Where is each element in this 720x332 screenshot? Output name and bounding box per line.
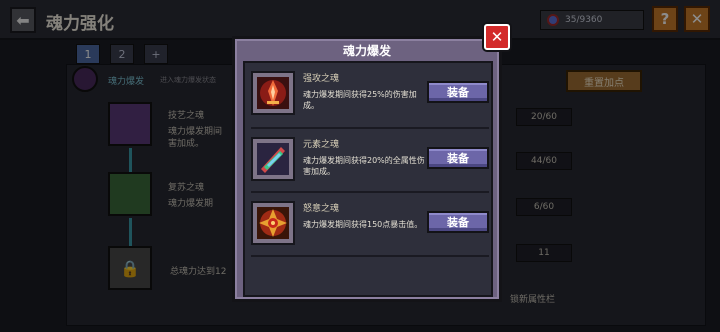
equip-label: 装备 bbox=[447, 86, 469, 99]
element-soul-icon bbox=[251, 137, 295, 181]
rage-soul-icon bbox=[251, 201, 295, 245]
list-item: 强攻之魂 魂力爆发期间获得25%的伤害加成。 装备 bbox=[251, 65, 489, 125]
dialog-title: 魂力爆发 bbox=[342, 43, 391, 58]
soul-name: 怒意之魂 bbox=[303, 204, 340, 214]
soul-burst-dialog: 魂力爆发 强攻之魂 魂力爆发期间获得25%的伤害加成。 装备 元素之魂 魂力爆发… bbox=[232, 36, 502, 302]
dialog-close-button[interactable]: ✕ bbox=[484, 24, 510, 50]
divider bbox=[251, 127, 489, 129]
soul-description: 魂力爆发期间获得20%的全属性伤害加成。 bbox=[303, 156, 425, 176]
strike-soul-icon bbox=[251, 71, 295, 115]
soul-list: 强攻之魂 魂力爆发期间获得25%的伤害加成。 装备 元素之魂 魂力爆发期间获得2… bbox=[243, 61, 493, 297]
soul-name: 强攻之魂 bbox=[303, 74, 340, 84]
equip-button[interactable]: 装备 bbox=[427, 147, 489, 169]
list-item: 怒意之魂 魂力爆发期间获得150点暴击值。 装备 bbox=[251, 195, 489, 255]
list-item: 元素之魂 魂力爆发期间获得20%的全属性伤害加成。 装备 bbox=[251, 131, 489, 191]
divider bbox=[251, 255, 489, 257]
soul-description: 魂力爆发期间获得25%的伤害加成。 bbox=[303, 90, 417, 110]
soul-name: 元素之魂 bbox=[303, 140, 340, 150]
equip-label: 装备 bbox=[447, 152, 469, 165]
equip-button[interactable]: 装备 bbox=[427, 211, 489, 233]
soul-description: 魂力爆发期间获得150点暴击值。 bbox=[303, 220, 423, 229]
equip-button[interactable]: 装备 bbox=[427, 81, 489, 103]
divider bbox=[251, 191, 489, 193]
equip-label: 装备 bbox=[447, 216, 469, 229]
close-icon: ✕ bbox=[490, 28, 504, 46]
